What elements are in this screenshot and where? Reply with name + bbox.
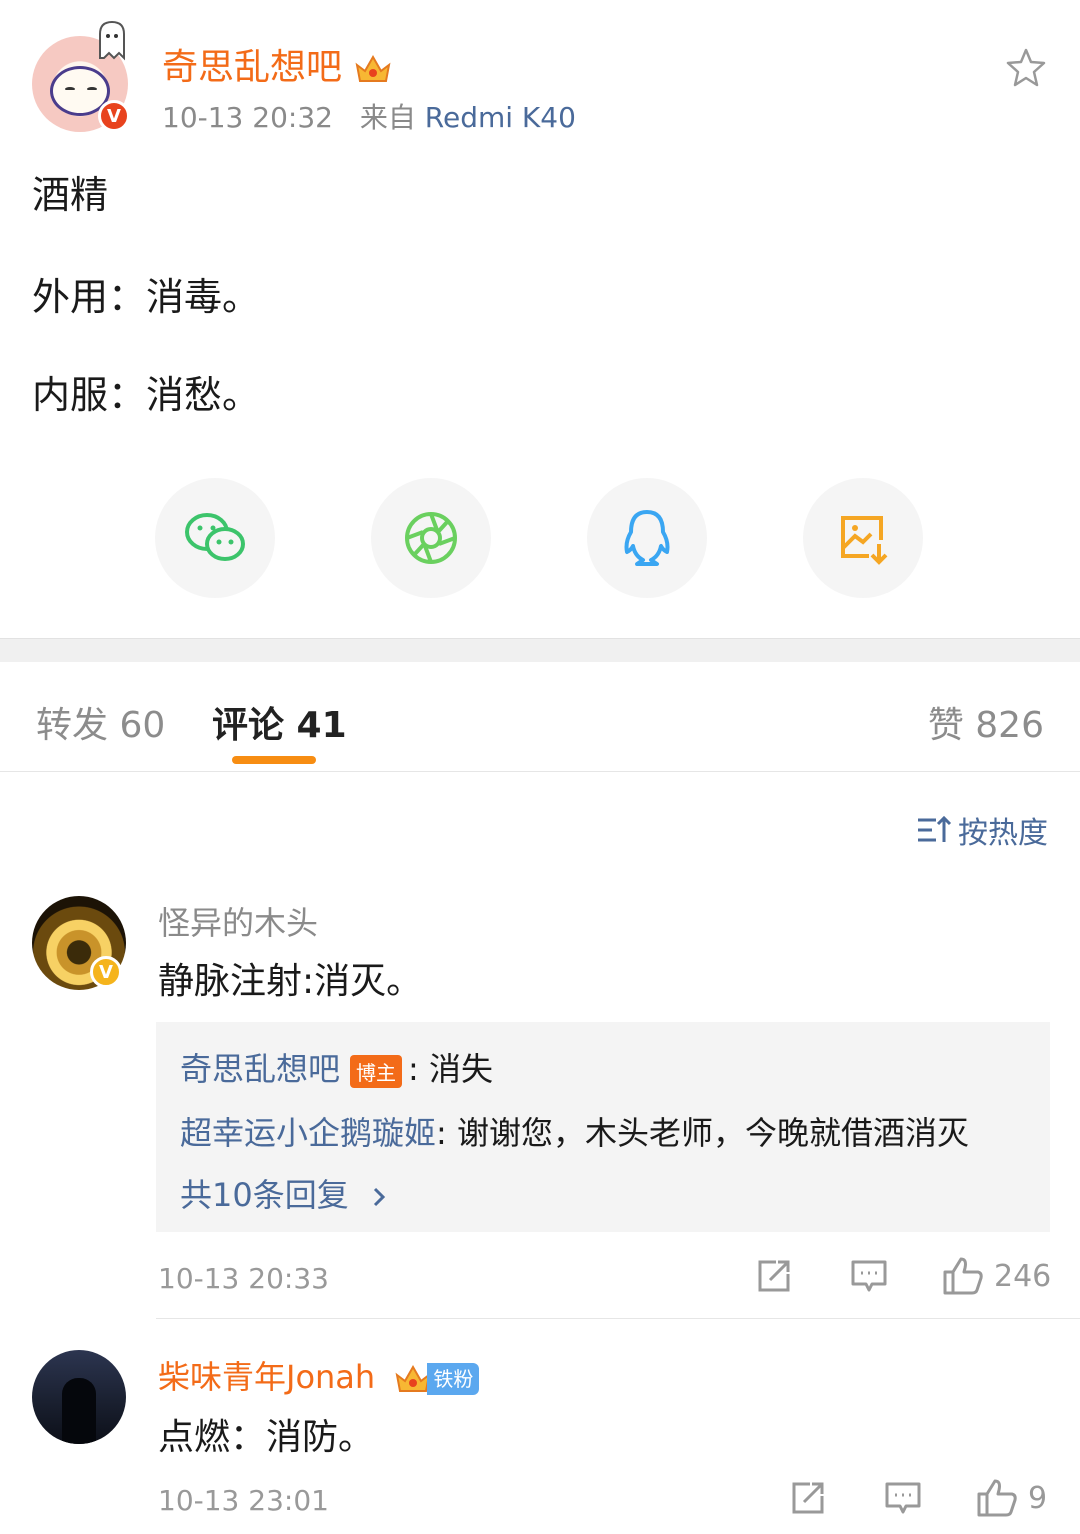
commenter-avatar[interactable] [32, 1350, 126, 1444]
share-wechat-button[interactable] [155, 478, 275, 598]
comment-icon [851, 1260, 887, 1292]
reply-text: : 消失 [408, 1050, 493, 1088]
like-comment-button[interactable]: 246 [942, 1256, 1051, 1296]
interaction-tabs: 转发 60 评论 41 赞 826 [0, 662, 1080, 772]
chevron-right-icon [373, 1187, 386, 1207]
share-qq-button[interactable] [587, 478, 707, 598]
share-out-icon [758, 1260, 790, 1292]
avatar-eye-right [87, 87, 97, 91]
more-replies-label: 共10条回复 [180, 1176, 349, 1214]
iron-fan-badge: 铁粉 [393, 1361, 480, 1397]
share-out-icon [792, 1482, 824, 1514]
reply-comment-button[interactable] [850, 1258, 888, 1294]
section-divider [0, 638, 1080, 662]
post-line-2: 外用：消毒。 [32, 275, 261, 319]
thumbs-up-icon [977, 1479, 1017, 1517]
qq-icon [624, 510, 670, 566]
moments-icon [405, 512, 457, 564]
reply-item: 奇思乱想吧 博主: 消失 [180, 1044, 493, 1090]
tab-comments[interactable]: 评论 41 [212, 696, 347, 748]
commenter-name[interactable]: 柴味青年Jonah 铁粉 [158, 1352, 480, 1398]
reply-preview-box[interactable]: 奇思乱想吧 博主: 消失 超幸运小企鹅璇姬: 谢谢您，木头老师，今晚就借酒消灭 共… [156, 1022, 1050, 1232]
tab-likes[interactable]: 赞 826 [928, 696, 1044, 748]
commenter-name[interactable]: 怪异的木头 [158, 898, 318, 944]
post-header: V 奇思乱想吧 10-13 20:32 来自 Redmi K40 [0, 0, 1080, 140]
save-image-button[interactable] [803, 478, 923, 598]
active-tab-indicator [232, 756, 316, 764]
reply-user[interactable]: 奇思乱想吧 [180, 1050, 340, 1088]
sort-button[interactable]: 按热度 [916, 808, 1048, 852]
like-comment-button[interactable]: 9 [976, 1478, 1047, 1518]
repost-comment-button[interactable] [756, 1258, 792, 1294]
post-line-3: 内服：消愁。 [32, 373, 261, 417]
sort-icon [918, 815, 952, 842]
commenter-name-text: 柴味青年Jonah [158, 1358, 376, 1396]
fan-badge-label: 铁粉 [427, 1363, 480, 1395]
verified-badge-icon: V [90, 956, 122, 988]
post-time: 10-13 20:32 [162, 101, 333, 134]
save-image-icon [841, 516, 888, 565]
post-line-1: 酒精 [32, 173, 109, 217]
crown-member-icon [356, 54, 391, 82]
avatar-eye-left [65, 87, 75, 91]
source-prefix: 来自 [359, 101, 416, 134]
wechat-icon [185, 513, 245, 561]
share-row [0, 478, 1080, 598]
like-count: 9 [1028, 1480, 1048, 1516]
like-count: 246 [994, 1258, 1052, 1294]
sort-label: 按热度 [958, 816, 1048, 851]
repost-comment-button[interactable] [790, 1480, 826, 1516]
blogger-tag: 博主 [350, 1054, 403, 1088]
tab-repost[interactable]: 转发 60 [36, 696, 165, 748]
author-name-text: 奇思乱想吧 [162, 47, 343, 88]
post-device[interactable]: Redmi K40 [425, 101, 576, 134]
favorite-star-icon[interactable] [1004, 46, 1048, 90]
reply-item: 超幸运小企鹅璇姬: 谢谢您，木头老师，今晚就借酒消灭 [180, 1108, 969, 1154]
reply-text: : 谢谢您，木头老师，今晚就借酒消灭 [436, 1114, 969, 1152]
verified-badge-icon: V [98, 100, 130, 132]
reply-user[interactable]: 超幸运小企鹅璇姬 [180, 1114, 436, 1152]
avatar-silhouette [62, 1378, 96, 1444]
comment-text: 静脉注射:消灭。 [158, 961, 423, 1002]
comment-time: 10-13 23:01 [158, 1484, 329, 1517]
more-replies-link[interactable]: 共10条回复 [180, 1170, 389, 1216]
reply-comment-button[interactable] [884, 1480, 922, 1516]
thumbs-up-icon [943, 1257, 983, 1295]
comment-text: 点燃：消防。 [158, 1417, 375, 1458]
comment-icon [885, 1482, 921, 1514]
comment-divider [156, 1318, 1080, 1319]
post-meta: 10-13 20:32 来自 Redmi K40 [162, 96, 576, 136]
author-name[interactable]: 奇思乱想吧 [162, 38, 393, 90]
share-moments-button[interactable] [371, 478, 491, 598]
ghost-decoration-icon [99, 20, 125, 61]
comment-time: 10-13 20:33 [158, 1262, 329, 1295]
